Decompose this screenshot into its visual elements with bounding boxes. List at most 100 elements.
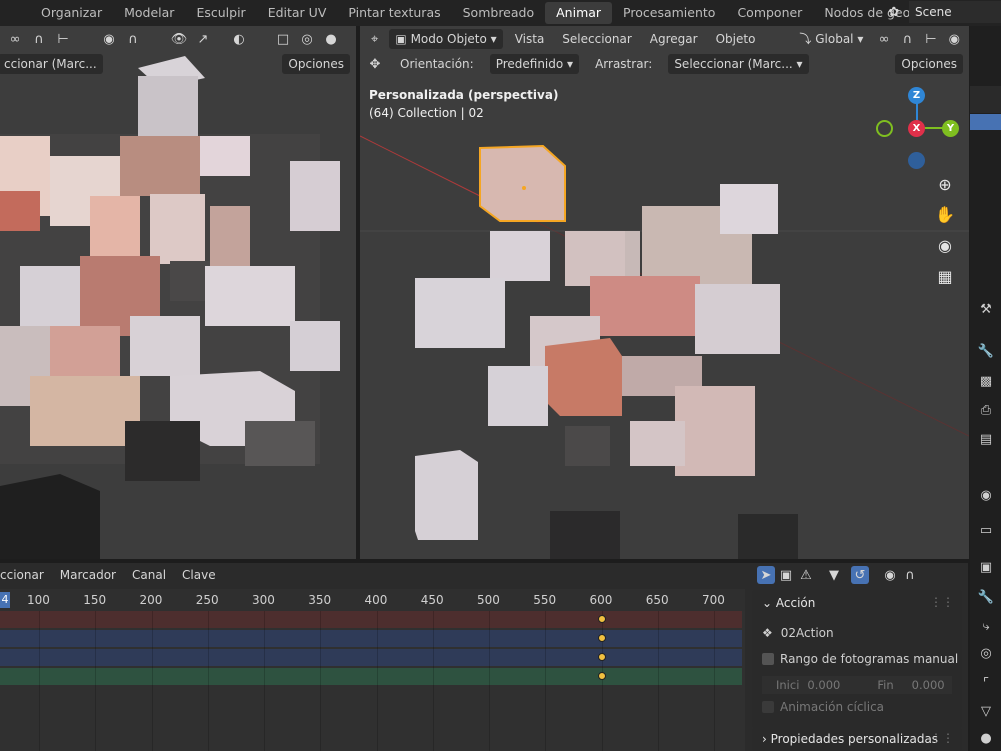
transform-orientation-dropdown[interactable]: ⤵ Global ▾ bbox=[793, 29, 869, 49]
dope-sheet-header: ccionar Marcador Canal Clave ➤ ▣ ⚠ ▼ ↺ ◉… bbox=[0, 563, 968, 587]
keyframe[interactable] bbox=[597, 615, 606, 623]
frame-ruler[interactable]: 4 100 150 200 250 300 350 400 450 500 550 600 650 70… bbox=[0, 589, 745, 611]
gizmo-z-axis[interactable]: Z bbox=[908, 87, 925, 104]
manual-range-row[interactable]: Rango de fotogramas manual bbox=[762, 652, 958, 666]
drag-dropdown[interactable]: Seleccionar (Marc... ▾ bbox=[668, 54, 809, 74]
collection-info: (64) Collection | 02 bbox=[369, 106, 484, 120]
mode-dropdown[interactable]: ▣ Modo Objeto ▾ bbox=[389, 29, 503, 49]
show-hidden-icon[interactable]: ▣ bbox=[777, 566, 795, 584]
right-viewport-header: ⌖ ▣ Modo Objeto ▾ Vista Seleccionar Agre… bbox=[360, 26, 969, 52]
frame-gridline bbox=[376, 611, 378, 751]
menu-object[interactable]: Objeto bbox=[710, 29, 762, 49]
pivot-icon[interactable]: ∞ bbox=[875, 30, 892, 48]
workspace-tab-editar-uv[interactable]: Editar UV bbox=[257, 2, 338, 24]
custom-props-header[interactable]: › Propiedades personalizadas bbox=[762, 732, 938, 746]
right-viewport[interactable]: ⌖ ▣ Modo Objeto ▾ Vista Seleccionar Agre… bbox=[360, 26, 969, 559]
orientation-dropdown[interactable]: Predefinido ▾ bbox=[489, 54, 580, 74]
keyframe[interactable] bbox=[597, 653, 606, 661]
view-name: Personalizada (perspectiva) bbox=[369, 88, 559, 102]
right-cubes bbox=[415, 144, 798, 559]
drag-handle-icon[interactable]: ⋮⋮ bbox=[930, 595, 954, 609]
action-selector[interactable]: ❖ 02Action bbox=[762, 626, 834, 640]
gizmo-neg-y-axis[interactable] bbox=[876, 120, 893, 137]
cyclic-checkbox[interactable] bbox=[762, 701, 774, 713]
workspace-tab-organizar[interactable]: Organizar bbox=[30, 2, 113, 24]
pan-hand-icon[interactable]: ✋ bbox=[933, 202, 957, 226]
action-icon: ❖ bbox=[762, 626, 773, 640]
workspace-tab-modelar[interactable]: Modelar bbox=[113, 2, 185, 24]
render-tab-icon[interactable]: ▩ bbox=[975, 370, 997, 392]
workspace-tab-componer[interactable]: Componer bbox=[726, 2, 813, 24]
active-area-highlight bbox=[970, 114, 1001, 130]
object-tab-icon[interactable]: ▣ bbox=[975, 556, 997, 578]
frame-gridline bbox=[657, 611, 659, 751]
start-field[interactable]: 0.000 bbox=[799, 678, 869, 692]
menu-view[interactable]: Vista bbox=[509, 29, 551, 49]
falloff-keys-icon[interactable]: ∩ bbox=[901, 566, 919, 584]
data-tab-icon[interactable]: ▽ bbox=[975, 700, 997, 722]
channel-row-scale bbox=[0, 668, 742, 685]
end-field[interactable]: 0.000 bbox=[894, 678, 945, 692]
custom-props-drag-icon[interactable]: ⋮⋮ bbox=[930, 731, 954, 745]
menu-select-timeline[interactable]: ccionar bbox=[0, 568, 52, 582]
menu-channel[interactable]: Canal bbox=[124, 568, 174, 582]
menu-select[interactable]: Seleccionar bbox=[556, 29, 637, 49]
manual-range-label: Rango de fotogramas manual bbox=[780, 652, 959, 666]
only-errors-icon[interactable]: ⚠ bbox=[797, 566, 815, 584]
only-selected-icon[interactable]: ➤ bbox=[757, 566, 775, 584]
menu-marker[interactable]: Marcador bbox=[52, 568, 124, 582]
workspace-tab-animar[interactable]: Animar bbox=[545, 2, 613, 24]
menu-add[interactable]: Agregar bbox=[644, 29, 704, 49]
physics-tab-icon[interactable]: ◎ bbox=[975, 642, 997, 664]
output-tab-icon[interactable]: ⎙ bbox=[975, 399, 997, 421]
snap-magnet-icon[interactable]: ∩ bbox=[899, 30, 916, 48]
constraints-tab-icon[interactable]: ⌜ bbox=[975, 672, 997, 694]
current-frame-indicator[interactable]: 4 bbox=[0, 592, 10, 608]
workspace-tab-procesamiento[interactable]: Procesamiento bbox=[612, 2, 726, 24]
move-tool-icon[interactable]: ✥ bbox=[366, 55, 384, 73]
tools-icon[interactable]: 🔧 bbox=[975, 340, 997, 362]
modifier-tab-icon[interactable]: 🔧 bbox=[975, 586, 997, 608]
workspace-tab-sombreado[interactable]: Sombreado bbox=[452, 2, 546, 24]
snap-target-icon-right[interactable]: ⊢ bbox=[922, 30, 939, 48]
frame-tick: 300 bbox=[252, 593, 275, 607]
workspace-tab-esculpir[interactable]: Esculpir bbox=[185, 2, 256, 24]
cyclic-row[interactable]: Animación cíclica bbox=[762, 700, 884, 714]
material-tab-icon[interactable]: ● bbox=[975, 727, 997, 749]
filter-icon[interactable]: ▼ bbox=[825, 566, 843, 584]
right-options-button[interactable]: Opciones bbox=[895, 54, 963, 74]
proportional-keys-icon[interactable]: ◉ bbox=[881, 566, 899, 584]
cyclic-label: Animación cíclica bbox=[780, 700, 885, 714]
frame-gridline bbox=[151, 611, 153, 751]
gizmo-x-axis[interactable]: X bbox=[908, 120, 925, 137]
gizmo-neg-z-axis[interactable] bbox=[908, 152, 925, 169]
gizmo-y-axis[interactable]: Y bbox=[942, 120, 959, 137]
editor-type-icon[interactable]: ⌖ bbox=[366, 30, 383, 48]
proportional-icon-right[interactable]: ◉ bbox=[946, 30, 963, 48]
frame-gridline bbox=[601, 611, 603, 751]
keyframe[interactable] bbox=[597, 672, 606, 680]
particles-tab-icon[interactable]: ⤷ bbox=[975, 615, 997, 637]
scene-name[interactable]: Scene bbox=[909, 1, 1001, 23]
perspective-toggle-icon[interactable]: ▦ bbox=[933, 264, 957, 288]
channel-row-rotation bbox=[0, 649, 742, 666]
manual-range-checkbox[interactable] bbox=[762, 653, 774, 665]
keyframe-area[interactable] bbox=[0, 611, 745, 751]
collection-tab-icon[interactable]: ▭ bbox=[975, 519, 997, 541]
scene-selector[interactable]: ✿ Scene bbox=[881, 1, 1001, 23]
navigation-gizmo[interactable]: Z X Y bbox=[876, 86, 960, 176]
action-panel-header[interactable]: ⌄ Acción bbox=[762, 596, 815, 610]
world-tab-icon[interactable]: ◉ bbox=[975, 484, 997, 506]
orientation-axes-icon: ⤵ bbox=[799, 32, 816, 46]
workspace-tab-pintar-texturas[interactable]: Pintar texturas bbox=[337, 2, 451, 24]
custom-properties-panel[interactable]: › Propiedades personalizadas ⋮⋮ bbox=[752, 728, 962, 751]
tool-tab-icon[interactable]: ⚒ bbox=[975, 298, 997, 320]
zoom-icon[interactable]: ⊕ bbox=[933, 172, 957, 196]
action-name[interactable]: 02Action bbox=[781, 626, 834, 640]
auto-snap-icon[interactable]: ↺ bbox=[851, 566, 869, 584]
camera-view-icon[interactable]: ◉ bbox=[933, 233, 957, 257]
keyframe[interactable] bbox=[597, 634, 606, 642]
menu-key[interactable]: Clave bbox=[174, 568, 224, 582]
left-viewport[interactable]: ∞ ∩ ⊢ ◉ ∩ 👁 ↗ ◐ □ ◎ ● ccionar (Marc... O… bbox=[0, 26, 356, 559]
view-layer-tab-icon[interactable]: ▤ bbox=[975, 428, 997, 450]
